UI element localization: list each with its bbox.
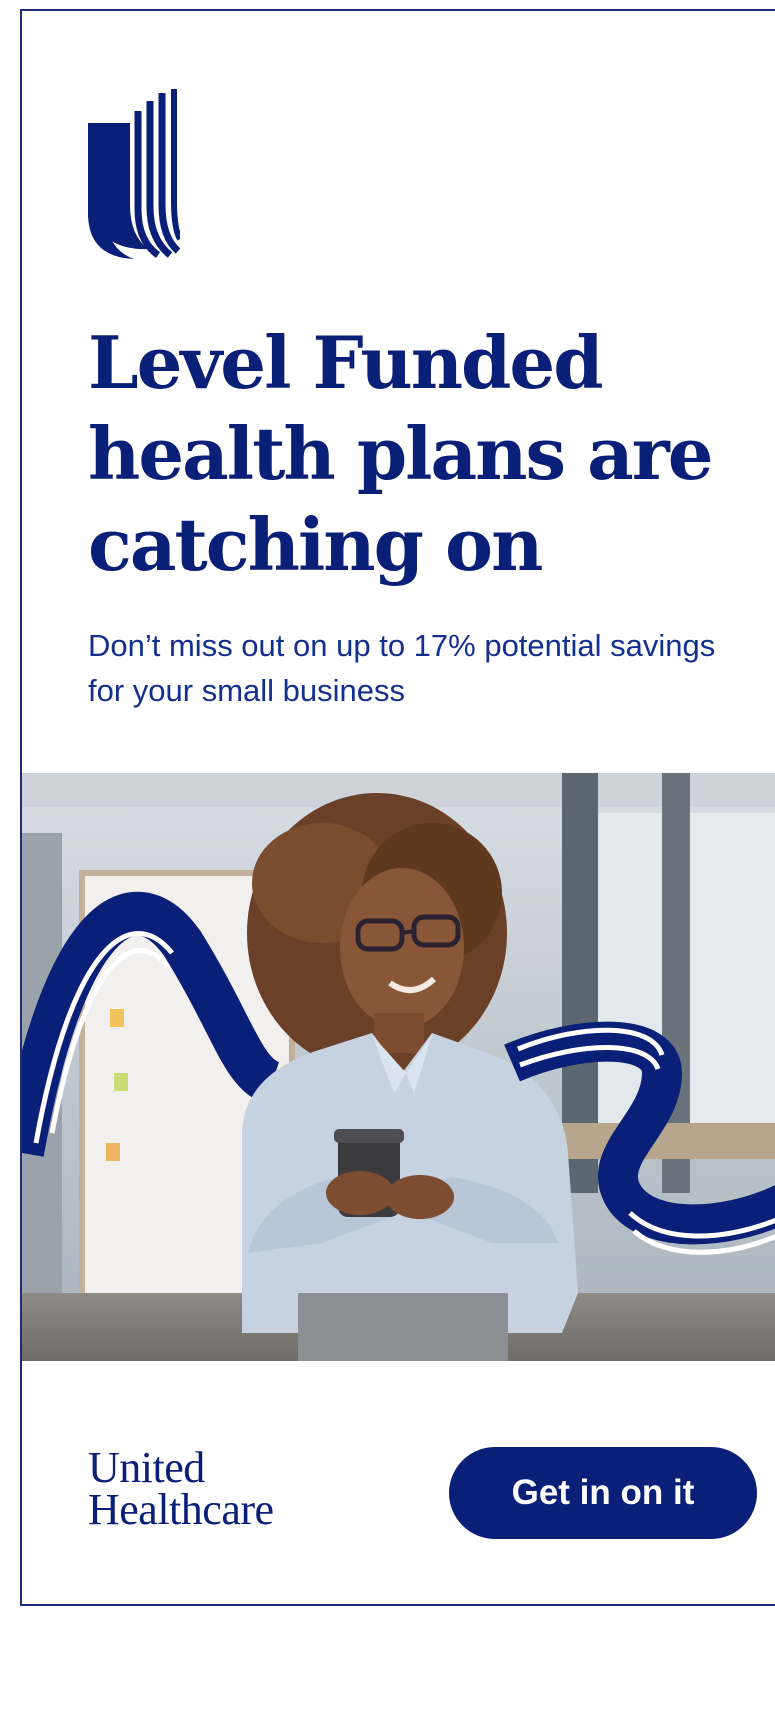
uhc-u-logo-icon: [88, 89, 180, 259]
unitedhealthcare-wordmark: United Healthcare: [88, 1443, 274, 1534]
ad-banner: Level Funded health plans are catching o…: [20, 9, 775, 1606]
headline: Level Funded health plans are catching o…: [88, 320, 714, 587]
hero-image: [22, 773, 775, 1361]
wordmark-line-1: United: [88, 1443, 205, 1492]
wordmark-line-2: Healthcare: [88, 1485, 274, 1534]
get-in-on-it-button[interactable]: Get in on it: [449, 1447, 757, 1539]
subheadline: Don’t miss out on up to 17% potential sa…: [88, 628, 716, 708]
